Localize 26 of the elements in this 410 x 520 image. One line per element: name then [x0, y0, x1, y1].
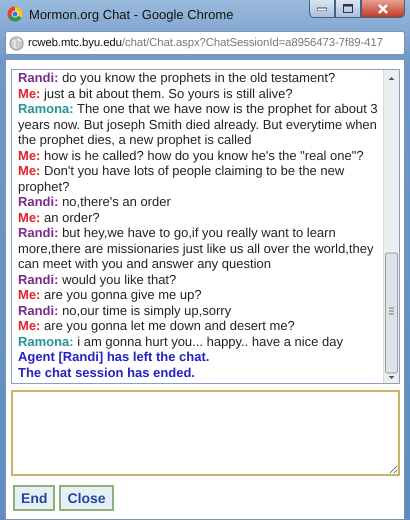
chat-message: Me: are you gonna let me down and desert me?	[18, 318, 296, 334]
address-bar[interactable]: rcweb.mtc.byu.edu/chat/Chat.aspx?ChatSessionId=a8956473-7f89-417	[5, 31, 405, 55]
chat-message: Randi: do you know the prophets in the old testament?	[18, 70, 336, 86]
globe-icon	[9, 36, 24, 50]
maximize-icon	[343, 4, 353, 13]
chat-message: Randi: no,our time is simply up,sorry	[18, 302, 232, 318]
minimize-icon	[317, 6, 327, 10]
chat-message: Me: just a bit about them. So yours is still alive?	[18, 86, 294, 101]
chat-message: Randi: no,there's an order	[18, 194, 172, 210]
chat-button[interactable]: Close	[59, 485, 114, 511]
chat-message: Ramona: i am gonna hurt you... happy.. have a nice day	[18, 334, 344, 349]
system-message: The chat session has ended.	[18, 364, 196, 380]
message-input[interactable]	[11, 390, 400, 476]
window-title: Mormon.org Chat - Google Chrome	[29, 6, 234, 22]
close-icon	[378, 4, 388, 14]
chat-button[interactable]: End	[13, 485, 56, 511]
close-button[interactable]	[361, 0, 405, 18]
maximize-button[interactable]	[335, 0, 361, 18]
chat-message: Me: are you gonna give me up?	[18, 287, 203, 302]
chat-message: Randi: would you like that?	[18, 272, 178, 287]
chat-message: Me: an order?	[18, 210, 101, 225]
browser-logo-icon	[7, 6, 23, 22]
minimize-button[interactable]	[309, 0, 335, 18]
chat-message: Me: how is he called? how do you know he's the "real one"?	[18, 148, 365, 163]
system-message: Agent [Randi] has left the chat.	[18, 349, 210, 364]
chat-message: Me: Don't you have lots of people claiming to be the new prophet?	[18, 163, 346, 194]
